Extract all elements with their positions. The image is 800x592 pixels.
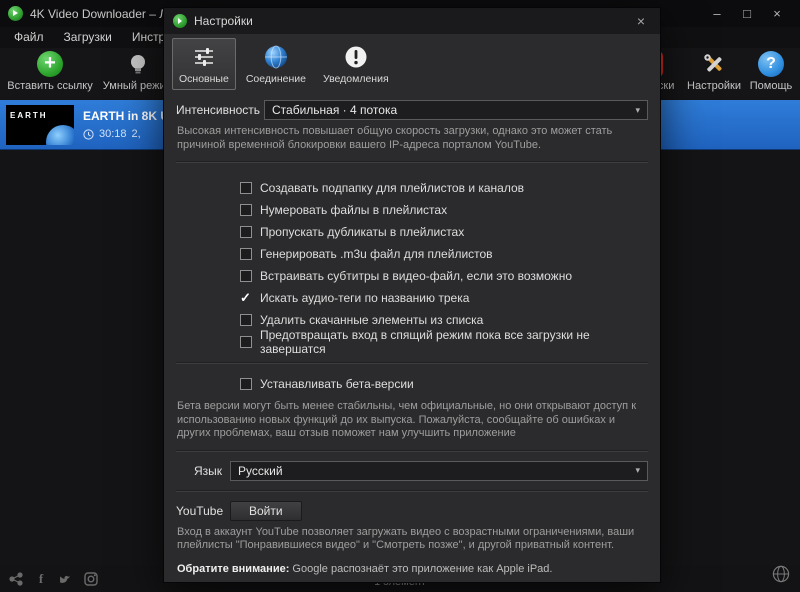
dialog-titlebar[interactable]: Настройки × xyxy=(164,8,660,34)
tab-label: Уведомления xyxy=(323,73,389,85)
checkbox-row[interactable]: Генерировать .m3u файл для плейлистов xyxy=(240,243,648,265)
video-meta: EARTH in 8K UL 30:18 2, xyxy=(83,109,176,140)
checkbox[interactable] xyxy=(240,248,252,260)
intensity-label: Интенсивность xyxy=(176,103,256,117)
checkbox[interactable] xyxy=(240,314,252,326)
settings-dialog-icon xyxy=(173,14,187,28)
maximize-icon[interactable]: □ xyxy=(732,0,762,27)
tab-label: Основные xyxy=(179,73,229,85)
app-icon xyxy=(8,6,23,21)
intensity-value: Стабильная · 4 потока xyxy=(272,103,397,117)
question-icon: ? xyxy=(758,51,784,77)
paste-link-label: Вставить ссылку xyxy=(7,80,92,92)
menu-downloads[interactable]: Загрузки xyxy=(54,27,122,48)
dialog-title: Настройки xyxy=(194,14,253,28)
checkbox-label: Создавать подпапку для плейлистов и кана… xyxy=(260,181,524,195)
language-value: Русский xyxy=(238,464,283,478)
checkbox-row[interactable]: Искать аудио-теги по названию трека xyxy=(240,287,648,309)
clock-icon xyxy=(83,129,94,140)
tab-connection[interactable]: Соединение xyxy=(239,38,313,90)
checkbox-row[interactable]: Нумеровать файлы в плейлистах xyxy=(240,199,648,221)
dialog-close-icon[interactable]: × xyxy=(631,13,651,29)
menu-file[interactable]: Файл xyxy=(4,27,54,48)
youtube-description: Вход в аккаунт YouTube позволяет загружа… xyxy=(177,526,646,553)
separator xyxy=(176,161,648,163)
globe-icon xyxy=(263,44,289,70)
help-button[interactable]: ? Помощь xyxy=(746,51,796,92)
settings-label: Настройки xyxy=(687,80,741,92)
checkbox-row[interactable]: Пропускать дубликаты в плейлистах xyxy=(240,221,648,243)
checkbox-label: Предотвращать вход в спящий режим пока в… xyxy=(260,328,648,356)
note-emphasis: Обратите внимание: xyxy=(177,563,289,575)
tab-notifications[interactable]: Уведомления xyxy=(316,38,396,90)
thumbnail-text: EARTH xyxy=(10,111,48,120)
checkbox-row[interactable]: Создавать подпапку для плейлистов и кана… xyxy=(240,177,648,199)
tools-icon xyxy=(701,51,727,77)
video-title: EARTH in 8K UL xyxy=(83,109,176,123)
smart-mode-label: Умный режим xyxy=(103,80,173,92)
lightbulb-icon xyxy=(125,51,151,77)
video-duration: 30:18 xyxy=(99,128,127,140)
language-select[interactable]: Русский xyxy=(230,461,648,481)
settings-content: Интенсивность Стабильная · 4 потока Высо… xyxy=(164,100,660,575)
checkbox-row[interactable]: Встраивать субтитры в видео-файл, если э… xyxy=(240,265,648,287)
separator xyxy=(176,362,648,364)
minimize-icon[interactable]: – xyxy=(702,0,732,27)
settings-dialog: Настройки × Основные xyxy=(164,8,660,582)
tab-general[interactable]: Основные xyxy=(172,38,236,90)
paste-link-button[interactable]: + Вставить ссылку xyxy=(6,51,94,92)
checkbox[interactable] xyxy=(240,270,252,282)
playlist-options: Создавать подпапку для плейлистов и кана… xyxy=(240,177,648,353)
checkbox-label: Нумеровать файлы в плейлистах xyxy=(260,203,447,217)
settings-button[interactable]: Настройки xyxy=(682,51,746,92)
checkbox[interactable] xyxy=(240,336,252,348)
youtube-note: Обратите внимание: Google распознаёт это… xyxy=(177,563,646,575)
plus-icon: + xyxy=(37,51,63,77)
intensity-select[interactable]: Стабильная · 4 потока xyxy=(264,100,648,120)
settings-tabs: Основные Соединение xyxy=(164,34,660,94)
checkbox[interactable] xyxy=(240,182,252,194)
separator xyxy=(176,490,648,492)
separator xyxy=(176,450,648,452)
close-icon[interactable]: × xyxy=(762,0,792,27)
language-label: Язык xyxy=(176,464,222,478)
intensity-description: Высокая интенсивность повышает общую ско… xyxy=(177,125,646,152)
checkbox[interactable] xyxy=(240,204,252,216)
tab-label: Соединение xyxy=(246,73,306,85)
checkbox-row[interactable]: Предотвращать вход в спящий режим пока в… xyxy=(240,331,648,353)
checkbox[interactable] xyxy=(240,226,252,238)
checkbox-label: Удалить скачанные элементы из списка xyxy=(260,313,483,327)
checkbox-label: Устанавливать бета-версии xyxy=(260,377,414,391)
checkbox[interactable] xyxy=(240,378,252,390)
video-thumbnail: EARTH xyxy=(6,105,74,145)
help-label: Помощь xyxy=(750,80,793,92)
checkbox-label: Встраивать субтитры в видео-файл, если э… xyxy=(260,269,572,283)
youtube-label: YouTube xyxy=(176,504,222,518)
chevron-down-icon xyxy=(635,105,640,116)
sliders-icon xyxy=(191,44,217,70)
checkbox-label: Генерировать .m3u файл для плейлистов xyxy=(260,247,493,261)
exclamation-icon xyxy=(343,44,369,70)
beta-description: Бета версии могут быть менее стабильны, … xyxy=(177,400,646,441)
checkbox-label: Искать аудио-теги по названию трека xyxy=(260,291,469,305)
note-text: Google распознаёт это приложение как App… xyxy=(289,563,552,575)
language-globe-icon[interactable] xyxy=(772,565,790,588)
checkbox[interactable] xyxy=(240,292,252,304)
video-size: 2, xyxy=(132,128,141,140)
checkbox-label: Пропускать дубликаты в плейлистах xyxy=(260,225,464,239)
beta-checkbox-row[interactable]: Устанавливать бета-версии xyxy=(240,373,648,395)
window-controls: – □ × xyxy=(702,0,792,27)
chevron-down-icon xyxy=(635,465,640,476)
youtube-login-button[interactable]: Войти xyxy=(230,501,302,521)
